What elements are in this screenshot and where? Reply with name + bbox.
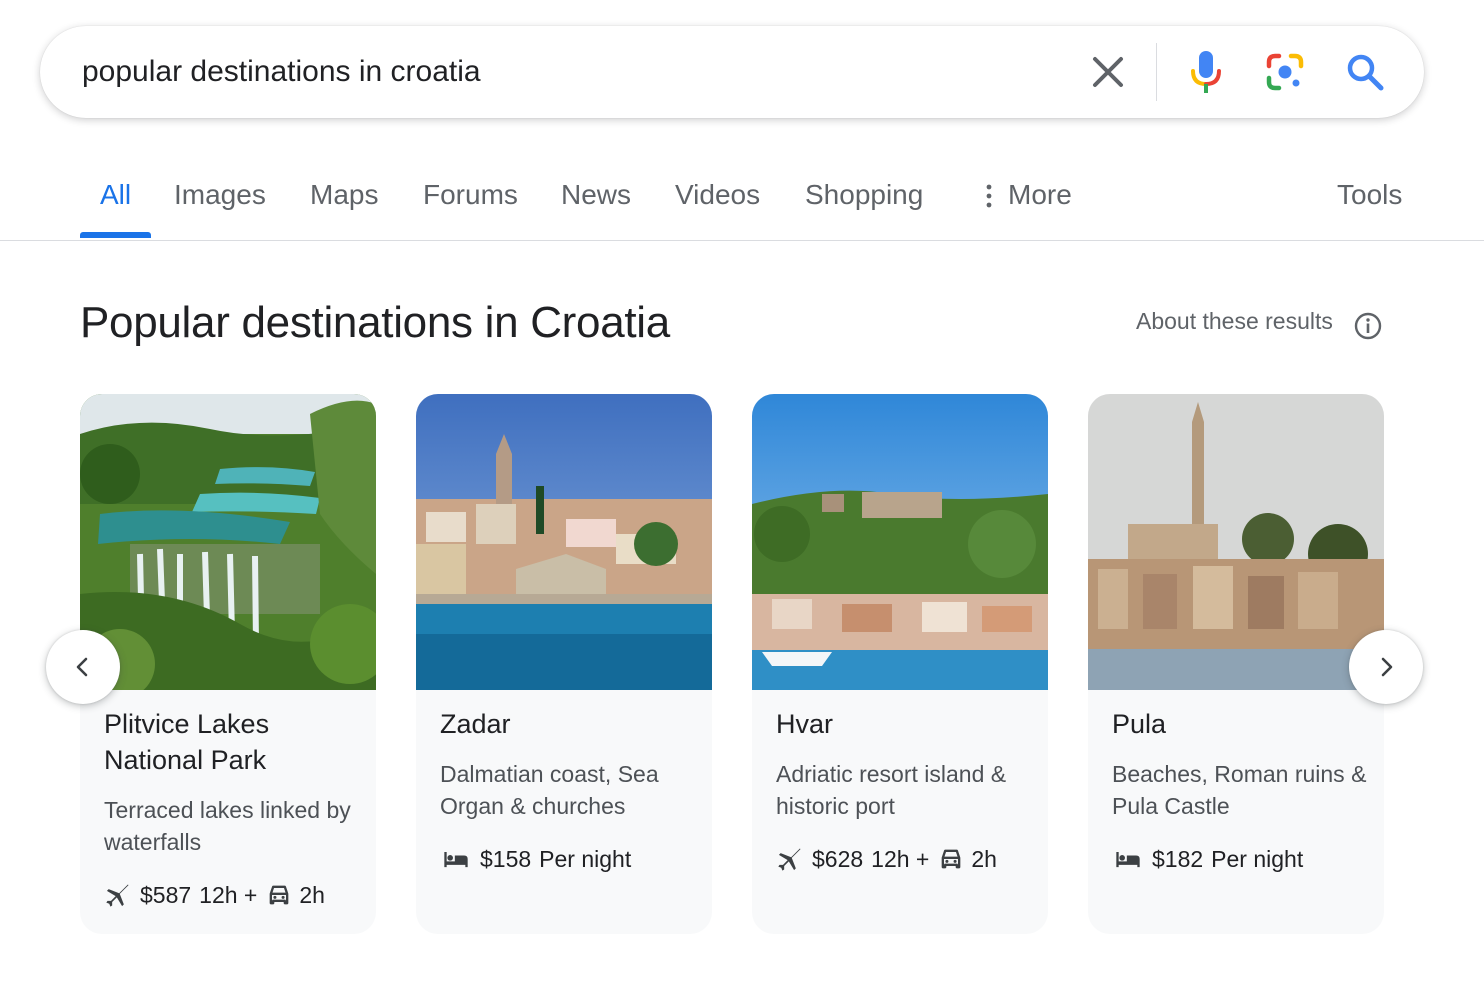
search-submit-button[interactable] bbox=[1344, 51, 1386, 93]
tab-videos[interactable]: Videos bbox=[675, 150, 760, 238]
drive-time: 2h bbox=[971, 845, 997, 872]
bed-icon bbox=[444, 852, 468, 868]
tab-shopping[interactable]: Shopping bbox=[805, 150, 923, 238]
search-input[interactable]: popular destinations in croatia bbox=[82, 26, 481, 118]
clear-search-button[interactable] bbox=[1088, 52, 1128, 92]
airplane-icon bbox=[106, 884, 129, 907]
tab-news[interactable]: News bbox=[561, 150, 631, 238]
bed-icon bbox=[1116, 852, 1140, 868]
flight-time: 12h + bbox=[871, 845, 930, 872]
destination-title: Zadar bbox=[440, 709, 511, 739]
destination-description: Beaches, Roman ruins & Pula Castle bbox=[1112, 761, 1367, 819]
voice-search-button[interactable] bbox=[1186, 48, 1226, 96]
car-icon bbox=[942, 849, 961, 869]
travel-info: $587 12h + 2h bbox=[104, 880, 325, 910]
destination-image bbox=[80, 394, 376, 690]
destination-title: Hvar bbox=[776, 709, 834, 739]
destination-image bbox=[416, 394, 712, 690]
search-icon bbox=[1347, 54, 1384, 91]
microphone-icon bbox=[1191, 51, 1221, 93]
tab-forums[interactable]: Forums bbox=[423, 150, 518, 238]
active-tab-indicator bbox=[80, 232, 151, 238]
destination-title: Plitvice Lakes National Park bbox=[104, 709, 270, 775]
destination-card-zadar[interactable]: Zadar Dalmatian coast, Sea Organ & churc… bbox=[416, 394, 712, 934]
price-unit: Per night bbox=[1211, 845, 1304, 872]
flight-price: $587 bbox=[140, 881, 192, 908]
hotel-info: $158 Per night bbox=[440, 844, 631, 874]
drive-time: 2h bbox=[299, 881, 325, 908]
hotel-info: $182 Per night bbox=[1112, 844, 1303, 874]
tab-maps[interactable]: Maps bbox=[310, 150, 378, 238]
carousel-prev-button[interactable] bbox=[46, 630, 120, 704]
destination-image bbox=[752, 394, 1048, 690]
search-tabs: All Images Maps Forums News Videos Shopp… bbox=[0, 150, 1484, 241]
destination-description: Terraced lakes linked by waterfalls bbox=[104, 797, 351, 855]
vertical-dots-icon bbox=[986, 184, 992, 208]
about-these-results-link[interactable]: About these results bbox=[1136, 308, 1333, 335]
section-title: Popular destinations in Croatia bbox=[80, 298, 670, 347]
destination-card-plitvice[interactable]: Plitvice Lakes National Park Terraced la… bbox=[80, 394, 376, 934]
search-divider bbox=[1156, 43, 1157, 101]
search-results-page: popular destinations in croatia All Imag… bbox=[0, 0, 1484, 990]
carousel-next-button[interactable] bbox=[1349, 630, 1423, 704]
chevron-left-icon bbox=[76, 657, 88, 677]
tab-images[interactable]: Images bbox=[174, 150, 266, 238]
chevron-right-icon bbox=[1381, 657, 1393, 677]
info-icon[interactable] bbox=[1353, 311, 1383, 341]
tab-more[interactable]: More bbox=[1008, 150, 1072, 238]
flight-time: 12h + bbox=[199, 881, 258, 908]
hotel-price: $158 bbox=[480, 845, 532, 872]
google-lens-button[interactable] bbox=[1264, 51, 1306, 93]
hotel-price: $182 bbox=[1152, 845, 1204, 872]
travel-info: $628 12h + 2h bbox=[776, 844, 997, 874]
destination-image bbox=[1088, 394, 1384, 690]
tools-button[interactable]: Tools bbox=[1337, 150, 1402, 238]
flight-price: $628 bbox=[812, 845, 864, 872]
destination-card-pula[interactable]: Pula Beaches, Roman ruins & Pula Castle … bbox=[1088, 394, 1384, 934]
google-lens-icon bbox=[1266, 53, 1304, 91]
search-box[interactable]: popular destinations in croatia bbox=[40, 26, 1424, 118]
close-icon bbox=[1093, 57, 1123, 87]
airplane-icon bbox=[778, 848, 801, 871]
destination-description: Adriatic resort island & historic port bbox=[776, 761, 1007, 819]
destination-description: Dalmatian coast, Sea Organ & churches bbox=[440, 761, 659, 819]
destination-card-hvar[interactable]: Hvar Adriatic resort island & historic p… bbox=[752, 394, 1048, 934]
car-icon bbox=[270, 885, 289, 905]
tab-all[interactable]: All bbox=[100, 150, 131, 238]
price-unit: Per night bbox=[539, 845, 632, 872]
destination-title: Pula bbox=[1112, 709, 1167, 739]
